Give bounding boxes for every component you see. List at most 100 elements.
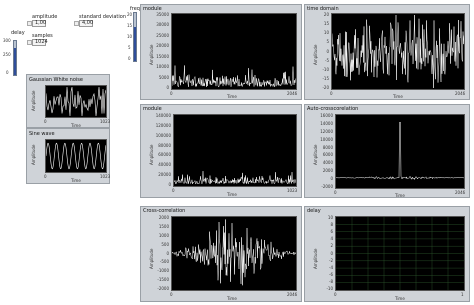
freq-slider[interactable] — [133, 12, 137, 62]
module2-title: module — [143, 106, 162, 112]
samples-increment[interactable] — [27, 40, 32, 45]
delay-slider[interactable] — [13, 40, 17, 76]
gauss-panel: Gaussian White noise Amplitude 0 1023 Ti… — [26, 74, 110, 128]
delayplot-yticks: 10 8 6 4 2 0 -2 -4 -6 -8 -10 — [306, 215, 333, 291]
sine-xlabel: Time — [71, 178, 81, 183]
autocross-yticks: 16000 14000 12000 10000 8000 6000 4000 2000 0 -20… — [306, 113, 333, 189]
timedomain-x1: 2046 — [455, 91, 466, 96]
gauss-ylabel: Amplitude — [31, 90, 36, 112]
module2-trace — [173, 171, 297, 185]
delayplot-ytick: -8 — [329, 278, 333, 284]
samples-input[interactable]: 1024 — [27, 39, 48, 46]
delay-tick-bottom: 0 — [6, 70, 9, 75]
module2-ytick: 120000 — [155, 122, 171, 128]
freq-tick-20: 20 — [127, 12, 133, 17]
delayplot-x0: 0 — [334, 292, 337, 297]
autocross-ytick: -2000 — [321, 184, 333, 189]
module1-ytick: 10000 — [156, 64, 169, 70]
crosscorr-ytick: 500 — [161, 241, 169, 247]
crosscorr-ytick: 2000 — [158, 215, 169, 220]
crosscorr-ytick: -1500 — [157, 277, 169, 283]
module1-ytick: 5000 — [158, 74, 169, 80]
delay-tick-mid: 250 — [3, 52, 11, 57]
delayplot-title: delay — [307, 208, 321, 214]
delayplot-ytick: 8 — [330, 222, 333, 228]
delayplot-ytick: -6 — [329, 271, 333, 277]
delayplot-ytick: 6 — [330, 229, 333, 235]
module1-ytick: 0 — [166, 85, 169, 90]
gauss-x0: 0 — [44, 119, 47, 124]
autocross-ytick: 6000 — [322, 152, 333, 158]
timedomain-ytick: 15 — [323, 21, 329, 27]
gauss-plot — [45, 85, 107, 118]
std-dev-increment[interactable] — [74, 21, 79, 26]
freq-tick-5: 5 — [128, 45, 131, 50]
module1-ytick: 25000 — [156, 32, 169, 38]
module1-ytick: 30000 — [156, 22, 169, 28]
delay-tick-top: 300 — [3, 38, 11, 43]
autocross-ytick: 8000 — [322, 144, 333, 150]
autocross-x1: 2046 — [455, 190, 466, 195]
crosscorr-yticks: 2000 1500 1000 500 0 -500 -1000 -1500 -2000 — [142, 215, 169, 291]
delayplot-ytick: -4 — [329, 264, 333, 270]
delayplot-ytick: 4 — [330, 236, 333, 242]
autocross-ytick: 2000 — [322, 168, 333, 174]
timedomain-ytick: -15 — [322, 75, 329, 81]
delayplot-ytick: 10 — [327, 215, 333, 220]
module2-ytick: 100000 — [155, 132, 171, 138]
crosscorr-x0: 0 — [170, 292, 173, 297]
timedomain-ytick: 20 — [323, 12, 329, 17]
delayplot-grid — [336, 217, 464, 290]
crosscorr-ytick: 0 — [166, 250, 169, 256]
module2-ytick: 40000 — [158, 162, 171, 168]
timedomain-x0: 0 — [330, 91, 333, 96]
amplitude-increment[interactable] — [27, 21, 32, 26]
gauss-title: Gaussian White noise — [29, 77, 83, 83]
freq-tick-15: 15 — [127, 23, 133, 28]
crosscorr-ytick: 1000 — [158, 232, 169, 238]
module1-x0: 0 — [170, 91, 173, 96]
autocross-ytick: 12000 — [320, 128, 333, 134]
crosscorr-ytick: -500 — [159, 259, 169, 265]
sine-trace — [45, 142, 107, 170]
crosscorr-ytick: -2000 — [157, 286, 169, 291]
autocross-plot — [335, 114, 465, 189]
autocross-ytick: 14000 — [320, 120, 333, 126]
crosscorr-ytick: -1000 — [157, 268, 169, 274]
module1-ytick: 35000 — [156, 12, 169, 17]
autocross-ytick: 10000 — [320, 136, 333, 142]
gauss-x1: 1023 — [100, 119, 111, 124]
autocross-ytick: 16000 — [320, 113, 333, 118]
timedomain-xlabel: Time — [393, 94, 403, 99]
autocross-x0: 0 — [334, 190, 337, 195]
sine-ylabel: Amplitude — [31, 144, 36, 166]
crosscorr-plot — [171, 216, 297, 291]
sine-plot — [45, 139, 107, 173]
sine-x0: 0 — [44, 174, 47, 179]
module1-ytick: 20000 — [156, 43, 169, 49]
autocross-title: Auto-crosscorelation — [307, 106, 359, 112]
module1-yticks: 35000 30000 25000 20000 15000 10000 5000 0 — [142, 12, 169, 90]
autocross-ytick: 4000 — [322, 160, 333, 166]
autocross-ytick: 0 — [330, 176, 333, 182]
timedomain-ytick: -20 — [322, 85, 329, 90]
module1-plot — [171, 13, 297, 90]
freq-tick-0: 0 — [128, 56, 131, 61]
autocross-xlabel: Time — [395, 193, 405, 198]
module2-plot — [173, 114, 297, 187]
timedomain-ytick: 0 — [326, 48, 329, 54]
delayplot-x1: 1 — [461, 292, 464, 297]
timedomain-ytick: 5 — [326, 39, 329, 45]
module2-ytick: 20000 — [158, 172, 171, 178]
module1-xlabel: Time — [227, 94, 237, 99]
delayplot-xlabel: Time — [395, 296, 405, 301]
timedomain-trace — [331, 14, 465, 89]
std-dev-input[interactable]: 4,00 — [74, 20, 93, 27]
module2-xlabel: Time — [227, 192, 237, 197]
module2-x1: 1023 — [287, 188, 298, 193]
sine-x1: 1023 — [100, 174, 111, 179]
module1-ytick: 15000 — [156, 53, 169, 59]
amplitude-input[interactable]: 1,00 — [27, 20, 46, 27]
timedomain-ytick: -5 — [325, 57, 329, 63]
crosscorr-ytick: 1500 — [158, 223, 169, 229]
